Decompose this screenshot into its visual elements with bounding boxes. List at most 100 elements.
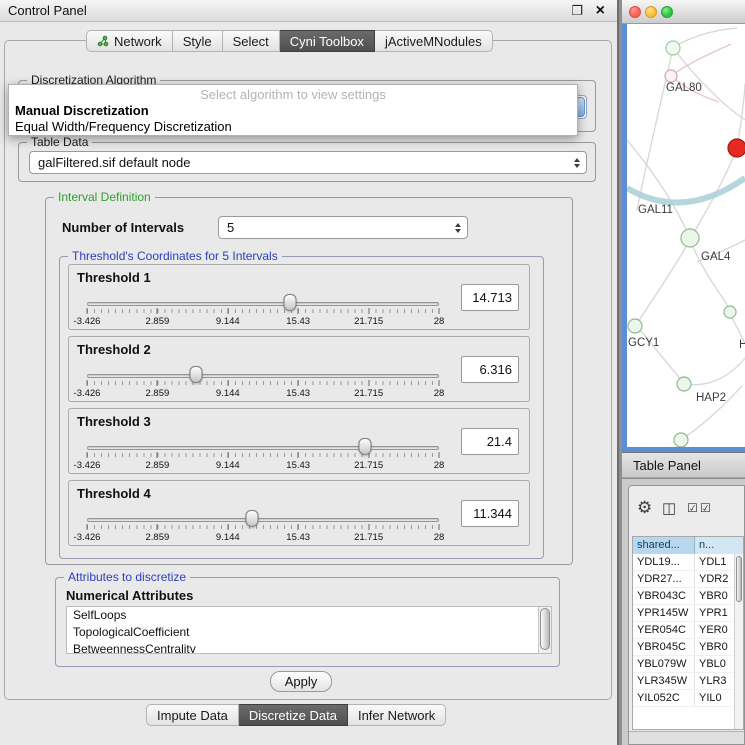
combo-stepper-icon xyxy=(452,220,464,236)
table-row[interactable]: YBR045CYBR0 xyxy=(633,639,743,656)
network-node-label: GAL4 xyxy=(701,251,731,263)
list-item[interactable]: BetweennessCentrality xyxy=(67,641,551,654)
network-window-titlebar[interactable] xyxy=(622,0,745,24)
scrollbar-thumb[interactable] xyxy=(736,556,742,602)
threshold-2-value[interactable]: 6.316 xyxy=(461,356,519,383)
dropdown-placeholder: Select algorithm to view settings xyxy=(9,85,577,103)
slider-thumb[interactable] xyxy=(284,294,297,311)
close-window-icon[interactable]: × xyxy=(596,0,605,21)
threshold-4-slider[interactable]: -3.4262.8599.14415.4321.71528 xyxy=(87,505,439,545)
network-node[interactable] xyxy=(666,41,680,55)
network-node[interactable] xyxy=(728,139,745,157)
threshold-2-panel: Threshold 2 -3.4262.8599.14415.4321.7152… xyxy=(68,336,530,402)
table-data-select[interactable]: galFiltered.sif default node xyxy=(29,151,587,174)
attributes-scrollbar[interactable] xyxy=(538,607,551,653)
column-header-name[interactable]: n... xyxy=(695,537,743,554)
zoom-traffic-light-icon[interactable] xyxy=(661,6,673,18)
thresholds-group: Threshold's Coordinates for 5 Intervals … xyxy=(59,256,544,559)
list-item[interactable]: TopologicalCoefficient xyxy=(67,624,551,641)
minimize-traffic-light-icon[interactable] xyxy=(645,6,657,18)
checkbox-icon[interactable]: ☑ xyxy=(700,501,711,515)
control-panel-titlebar: Control Panel ❐ × xyxy=(0,0,617,22)
threshold-1-value[interactable]: 14.713 xyxy=(461,284,519,311)
table-row[interactable]: YLR345WYLR3 xyxy=(633,673,743,690)
slider-thumb[interactable] xyxy=(359,438,372,455)
control-panel-window: Control Panel ❐ × Network Style Select C… xyxy=(0,0,619,745)
threshold-3-value[interactable]: 21.4 xyxy=(461,428,519,455)
threshold-1-slider[interactable]: -3.4262.8599.14415.4321.71528 xyxy=(87,289,439,329)
columns-icon[interactable]: ◫ xyxy=(662,499,676,517)
group-title: Attributes to discretize xyxy=(64,570,190,584)
interval-definition-group: Interval Definition Number of Intervals … xyxy=(45,197,573,565)
threshold-3-panel: Threshold 3 -3.4262.8599.14415.4321.7152… xyxy=(68,408,530,474)
network-node[interactable] xyxy=(677,377,691,391)
gear-icon[interactable]: ⚙ xyxy=(637,498,652,518)
table-row[interactable]: YBR043CYBR0 xyxy=(633,588,743,605)
tab-network[interactable]: Network xyxy=(86,30,173,52)
apply-button[interactable]: Apply xyxy=(270,671,332,692)
table-panel-window: ⚙ ◫ ☑ ☑ shared... n... YDL19...YDL1YDR27… xyxy=(628,485,745,745)
table-row[interactable]: YIL052CYIL0 xyxy=(633,690,743,707)
threshold-label: Threshold 4 xyxy=(77,486,151,501)
network-node[interactable] xyxy=(724,306,736,318)
numerical-attributes-label: Numerical Attributes xyxy=(66,588,193,603)
algorithm-dropdown-popup: Select algorithm to view settings Manual… xyxy=(8,84,578,136)
table-toolbar: ⚙ ◫ ☑ ☑ xyxy=(629,486,744,532)
slider-thumb[interactable] xyxy=(190,366,203,383)
table-scrollbar[interactable] xyxy=(734,554,743,729)
network-icon xyxy=(97,35,109,47)
checkbox-icon[interactable]: ☑ xyxy=(687,501,698,515)
threshold-2-slider[interactable]: -3.4262.8599.14415.4321.71528 xyxy=(87,361,439,401)
tab-discretize-data[interactable]: Discretize Data xyxy=(239,704,348,726)
control-panel-tabs: Network Style Select Cyni Toolbox jActiv… xyxy=(86,30,493,52)
tab-cyni-toolbox[interactable]: Cyni Toolbox xyxy=(280,30,375,52)
network-canvas[interactable]: GAL80GAL11GAL4GCY1HAP2H xyxy=(627,24,745,447)
table-panel: ⚙ ◫ ☑ ☑ shared... n... YDL19...YDL1YDR27… xyxy=(622,479,745,745)
table-row[interactable]: YBL079WYBL0 xyxy=(633,656,743,673)
table-row[interactable]: YDL19...YDL1 xyxy=(633,554,743,571)
table-panel-title: Table Panel xyxy=(633,453,701,479)
network-node-label: H xyxy=(739,339,745,351)
tab-impute-data[interactable]: Impute Data xyxy=(146,704,239,726)
table-row[interactable]: YER054CYER0 xyxy=(633,622,743,639)
slider-thumb[interactable] xyxy=(246,510,259,527)
float-window-icon[interactable]: ❐ xyxy=(571,1,583,21)
network-view-window: GAL80GAL11GAL4GCY1HAP2H xyxy=(622,0,745,452)
network-node[interactable] xyxy=(674,433,688,447)
threshold-4-value[interactable]: 11.344 xyxy=(461,500,519,527)
table-rows: YDL19...YDL1YDR27...YDR2YBR043CYBR0YPR14… xyxy=(633,554,743,707)
slider-scale: -3.4262.8599.14415.4321.71528 xyxy=(87,361,439,401)
bottom-tabs: Impute Data Discretize Data Infer Networ… xyxy=(146,704,446,726)
close-traffic-light-icon[interactable] xyxy=(629,6,641,18)
threshold-3-slider[interactable]: -3.4262.8599.14415.4321.71528 xyxy=(87,433,439,473)
tab-infer-network[interactable]: Infer Network xyxy=(348,704,446,726)
tab-label: jActiveMNodules xyxy=(385,34,482,49)
group-title: Table Data xyxy=(27,135,92,149)
threshold-label: Threshold 3 xyxy=(77,414,151,429)
tab-style[interactable]: Style xyxy=(173,30,223,52)
dropdown-item-manual-discretization[interactable]: Manual Discretization xyxy=(9,103,577,119)
table-row[interactable]: YDR27...YDR2 xyxy=(633,571,743,588)
table-row[interactable]: YPR145WYPR1 xyxy=(633,605,743,622)
slider-scale: -3.4262.8599.14415.4321.71528 xyxy=(87,289,439,329)
column-header-shared-name[interactable]: shared... xyxy=(633,537,695,554)
tab-label: Cyni Toolbox xyxy=(290,34,364,49)
tab-jactivemnodules[interactable]: jActiveMNodules xyxy=(375,30,493,52)
number-of-intervals-label: Number of Intervals xyxy=(62,220,184,235)
network-node[interactable] xyxy=(628,319,642,333)
network-node[interactable] xyxy=(665,70,677,82)
list-item[interactable]: SelfLoops xyxy=(67,607,551,624)
number-of-intervals-select[interactable]: 5 xyxy=(218,216,468,239)
network-node[interactable] xyxy=(681,229,699,247)
table-bottom-strip xyxy=(629,731,744,744)
attributes-list[interactable]: SelfLoops TopologicalCoefficient Between… xyxy=(66,606,552,654)
combo-value: galFiltered.sif default node xyxy=(38,152,562,174)
node-attribute-table: shared... n... YDL19...YDL1YDR27...YDR2Y… xyxy=(632,536,744,730)
window-title: Control Panel xyxy=(8,0,87,22)
scrollbar-thumb[interactable] xyxy=(540,608,550,650)
table-panel-header: Table Panel xyxy=(622,452,745,478)
tab-label: Select xyxy=(233,34,269,49)
group-title: Interval Definition xyxy=(54,190,155,204)
tab-select[interactable]: Select xyxy=(223,30,280,52)
dropdown-item-equal-width-frequency[interactable]: Equal Width/Frequency Discretization xyxy=(9,119,577,135)
